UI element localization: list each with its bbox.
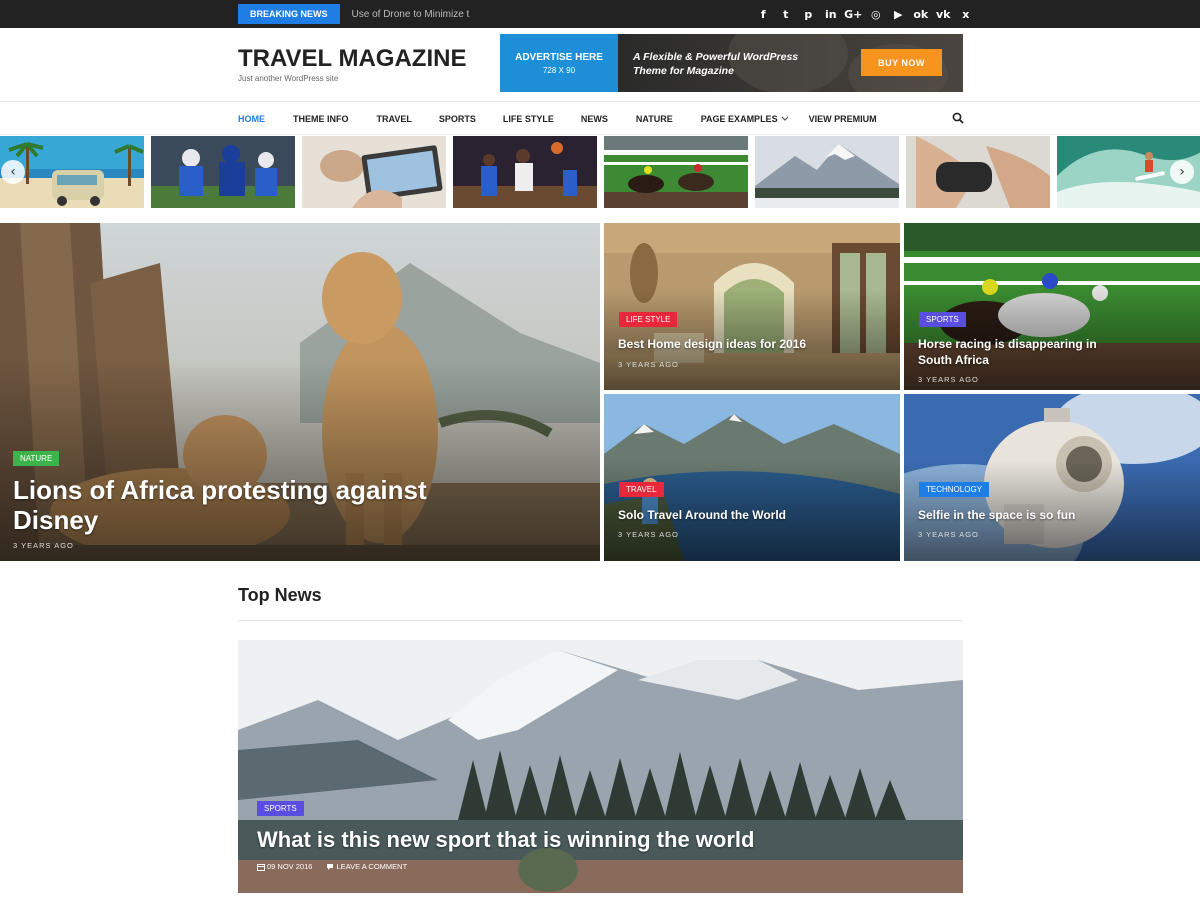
featured-main-post[interactable]: NATURE Lions of Africa protesting agains…: [0, 223, 600, 561]
post-date: 3 YEARS AGO: [618, 530, 679, 539]
post-title-line1: Lions of Africa protesting against: [13, 475, 427, 505]
calendar-icon: [257, 863, 265, 871]
breaking-news-ticker[interactable]: Use of Drone to Minimize the: [352, 9, 470, 20]
category-badge[interactable]: TECHNOLOGY: [919, 482, 990, 497]
tablet-image: [302, 136, 446, 208]
post-title[interactable]: Solo Travel Around the World: [618, 507, 878, 523]
football-image: [151, 136, 295, 208]
post-title-line2: South Africa: [918, 353, 989, 367]
breaking-news-label: BREAKING NEWS: [238, 4, 340, 24]
odnoklassniki-icon[interactable]: ok: [910, 8, 933, 21]
post-title[interactable]: What is this new sport that is winning t…: [257, 826, 937, 854]
post-comments[interactable]: LEAVE A COMMENT: [336, 862, 407, 871]
site-tagline: Just another WordPress site: [238, 74, 339, 83]
featured-post[interactable]: SPORTS Horse racing is disappearing in S…: [904, 223, 1200, 390]
nav-item-news[interactable]: NEWS: [581, 114, 608, 124]
category-badge[interactable]: TRAVEL: [619, 482, 664, 497]
xing-icon[interactable]: x: [955, 8, 978, 21]
category-badge[interactable]: SPORTS: [919, 312, 966, 327]
buy-now-button[interactable]: BUY NOW: [861, 49, 942, 76]
search-icon[interactable]: [952, 112, 964, 124]
carousel-thumb[interactable]: [604, 136, 748, 208]
nav-item-travel[interactable]: TRAVEL: [377, 114, 412, 124]
category-badge[interactable]: NATURE: [13, 451, 60, 466]
post-title[interactable]: Lions of Africa protesting against Disne…: [13, 475, 533, 535]
ad-promo: A Flexible & Powerful WordPress Theme fo…: [618, 34, 963, 92]
carousel-thumb[interactable]: [302, 136, 446, 208]
post-date: 3 YEARS AGO: [13, 541, 74, 550]
basketball-image: [453, 136, 597, 208]
nav-item-home[interactable]: HOME: [238, 114, 265, 124]
section-divider: [238, 620, 963, 621]
ad-placeholder: ADVERTISE HERE 728 X 90: [500, 34, 618, 92]
site-header: TRAVEL MAGAZINE Just another WordPress s…: [0, 28, 1200, 102]
nav-item-view-premium[interactable]: VIEW PREMIUM: [809, 114, 877, 124]
carousel-prev-button[interactable]: ‹: [1, 160, 25, 184]
featured-posts-grid: NATURE Lions of Africa protesting agains…: [0, 223, 1200, 561]
featured-post[interactable]: TECHNOLOGY Selfie in the space is so fun…: [904, 394, 1200, 561]
carousel-next-button[interactable]: ›: [1170, 160, 1194, 184]
ad-tagline-line2: Theme for Magazine: [633, 65, 734, 77]
post-title-line2: Disney: [13, 505, 99, 535]
site-title[interactable]: TRAVEL MAGAZINE: [238, 45, 466, 73]
nav-item-theme-info[interactable]: THEME INFO: [293, 114, 349, 124]
gamepad-image: [906, 136, 1050, 208]
google-plus-icon[interactable]: G+: [842, 8, 865, 21]
linkedin-icon[interactable]: in: [820, 8, 843, 21]
carousel-thumb[interactable]: [151, 136, 295, 208]
ad-size: 728 X 90: [542, 65, 576, 75]
chevron-right-icon: ›: [1179, 164, 1185, 180]
post-date: 09 NOV 2016: [267, 862, 313, 871]
chevron-down-icon: [781, 116, 789, 121]
post-carousel: ‹ ›: [0, 136, 1200, 208]
nav-item-nature[interactable]: NATURE: [636, 114, 673, 124]
snow-mountain-image: [755, 136, 899, 208]
carousel-thumb[interactable]: [906, 136, 1050, 208]
main-navigation: HOME THEME INFO TRAVEL SPORTS LIFE STYLE…: [0, 102, 1200, 135]
carousel-thumb[interactable]: [755, 136, 899, 208]
header-ad-banner[interactable]: ADVERTISE HERE 728 X 90 A Flexible & Pow…: [500, 34, 963, 92]
top-news-post[interactable]: SPORTS What is this new sport that is wi…: [238, 640, 963, 893]
carousel-thumb[interactable]: [453, 136, 597, 208]
post-date: 3 YEARS AGO: [918, 530, 979, 539]
chevron-left-icon: ‹: [10, 164, 16, 180]
featured-post[interactable]: LIFE STYLE Best Home design ideas for 20…: [604, 223, 900, 390]
top-bar: BREAKING NEWS Use of Drone to Minimize t…: [0, 0, 1200, 28]
comment-icon: [327, 863, 334, 870]
nav-item-page-examples[interactable]: PAGE EXAMPLES: [701, 114, 789, 124]
youtube-icon[interactable]: ▶: [887, 8, 910, 21]
vk-icon[interactable]: vk: [932, 8, 955, 21]
post-date: 3 YEARS AGO: [618, 360, 679, 369]
instagram-icon[interactable]: ◎: [865, 8, 888, 21]
nav-item-sports[interactable]: SPORTS: [439, 114, 476, 124]
nav-item-life-style[interactable]: LIFE STYLE: [503, 114, 554, 124]
ad-tagline-line1: A Flexible & Powerful WordPress: [633, 51, 799, 63]
ad-tagline: A Flexible & Powerful WordPress Theme fo…: [633, 50, 798, 78]
post-date: 3 YEARS AGO: [918, 375, 979, 384]
ad-title: ADVERTISE HERE: [515, 51, 603, 63]
featured-post[interactable]: TRAVEL Solo Travel Around the World 3 YE…: [604, 394, 900, 561]
post-title[interactable]: Best Home design ideas for 2016: [618, 336, 878, 352]
social-links: f t p in G+ ◎ ▶ ok vk x: [752, 0, 977, 28]
section-title: Top News: [238, 585, 322, 605]
facebook-icon[interactable]: f: [752, 8, 775, 21]
post-title[interactable]: Horse racing is disappearing in South Af…: [918, 336, 1178, 368]
mountain-forest-image: [238, 640, 963, 893]
post-title[interactable]: Selfie in the space is so fun: [918, 507, 1178, 523]
horse-racing-image: [604, 136, 748, 208]
twitter-icon[interactable]: t: [775, 8, 798, 21]
pinterest-icon[interactable]: p: [797, 8, 820, 21]
post-title-line1: Horse racing is disappearing in: [918, 337, 1097, 351]
site-branding: TRAVEL MAGAZINE Just another WordPress s…: [238, 45, 466, 83]
category-badge[interactable]: SPORTS: [257, 801, 304, 816]
category-badge[interactable]: LIFE STYLE: [619, 312, 678, 327]
nav-item-page-examples-label: PAGE EXAMPLES: [700, 113, 778, 124]
post-meta: 09 NOV 2016 LEAVE A COMMENT: [257, 862, 407, 871]
